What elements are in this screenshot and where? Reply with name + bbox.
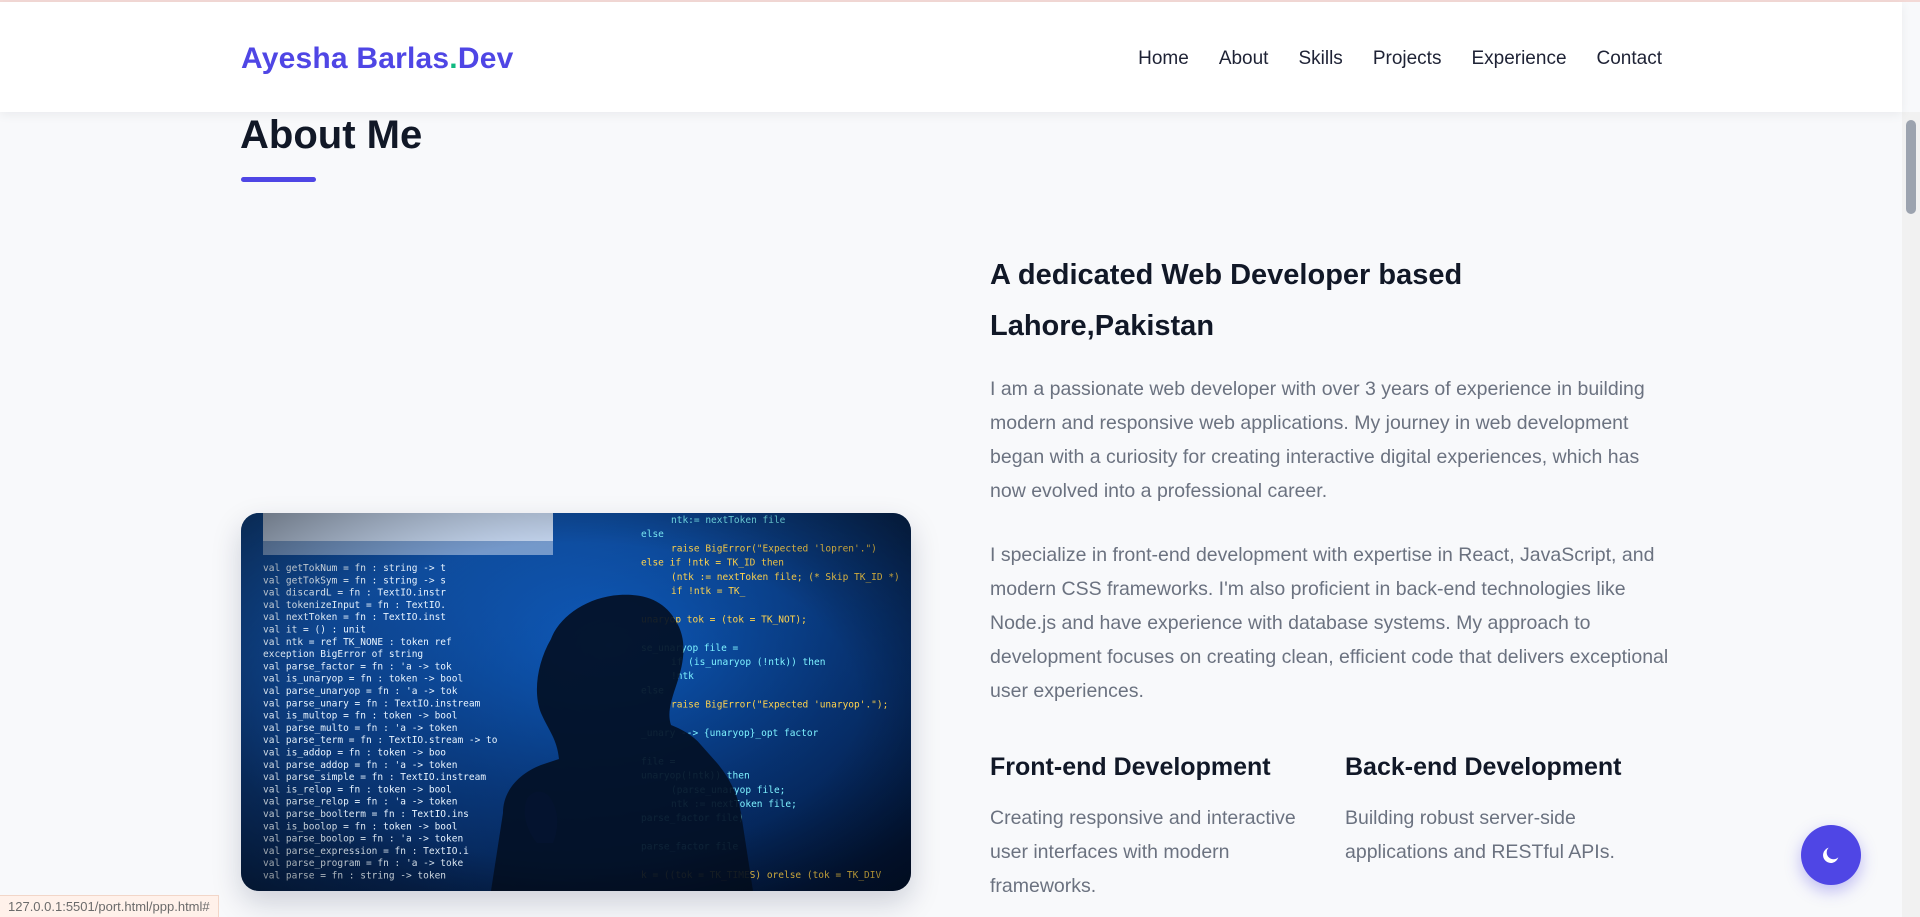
logo-suffix: Dev (457, 42, 514, 75)
about-paragraph-2: I specialize in front-end development wi… (990, 544, 1669, 702)
nav-link-contact[interactable]: Contact (1597, 48, 1662, 70)
page-scrollbar[interactable] (1902, 112, 1920, 917)
nav-link-skills[interactable]: Skills (1298, 48, 1342, 70)
main-nav: Home About Skills Projects Experience Co… (1138, 48, 1662, 70)
logo-dot: . (449, 42, 458, 75)
nav-link-experience[interactable]: Experience (1471, 48, 1566, 70)
nav-link-about[interactable]: About (1219, 48, 1269, 70)
developer-photo: val getTokNum = fn : string -> tval getT… (241, 513, 911, 891)
service-title-backend: Back-end Development (1345, 753, 1622, 781)
nav-link-home[interactable]: Home (1138, 48, 1189, 70)
service-title-frontend: Front-end Development (990, 753, 1271, 781)
about-paragraph-1: I am a passionate web developer with ove… (990, 378, 1645, 502)
nav-link-projects[interactable]: Projects (1373, 48, 1442, 70)
logo-name: Ayesha Barlas (241, 42, 450, 75)
code-screen-illustration: val getTokNum = fn : string -> tval getT… (241, 513, 911, 891)
status-bar-url: 127.0.0.1:5501/port.html/ppp.html# (0, 895, 219, 917)
site-logo[interactable]: Ayesha Barlas.Dev (241, 42, 513, 76)
title-underline (241, 177, 316, 182)
moon-icon (1823, 847, 1839, 863)
theme-toggle-button[interactable] (1801, 825, 1861, 885)
service-desc-backend: Building robust server-side applications… (1345, 807, 1615, 863)
site-header: Ayesha Barlas.Dev Home About Skills Proj… (0, 2, 1902, 112)
section-title: About Me (240, 113, 423, 157)
scrollbar-thumb[interactable] (1906, 120, 1916, 214)
about-heading: A dedicated Web Developer based Lahore,P… (990, 259, 1463, 342)
service-desc-frontend: Creating responsive and interactive user… (990, 807, 1296, 897)
